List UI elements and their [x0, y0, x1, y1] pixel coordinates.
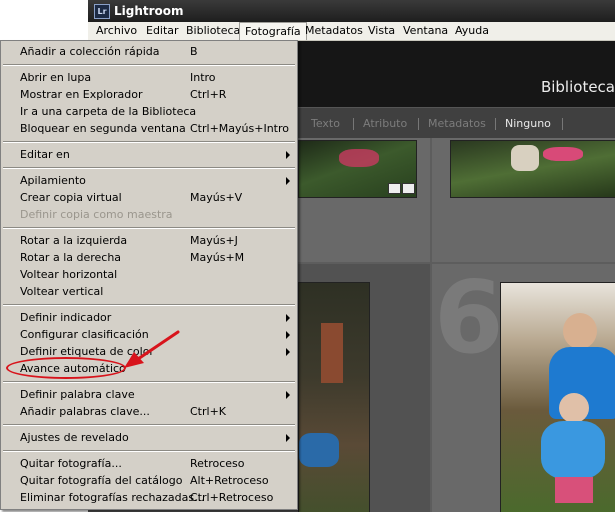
- menu-separator: [3, 64, 295, 66]
- menu-item-rotar-izquierda[interactable]: Rotar a la izquierda Mayús+J: [2, 232, 296, 249]
- window-title: Lightroom: [114, 4, 184, 18]
- menu-separator: [3, 227, 295, 229]
- menu-vista[interactable]: Vista: [363, 22, 400, 40]
- menu-editar[interactable]: Editar: [141, 22, 184, 40]
- menu-item-anadir-palabras-clave[interactable]: Añadir palabras clave... Ctrl+K: [2, 403, 296, 420]
- menu-item-voltear-vertical[interactable]: Voltear vertical: [2, 283, 296, 300]
- menu-separator: [3, 450, 295, 452]
- filter-metadatos[interactable]: Metadatos: [428, 117, 486, 130]
- menu-item-eliminar-rechazadas[interactable]: Eliminar fotografías rechazadas... Ctrl+…: [2, 489, 296, 506]
- filter-atributo[interactable]: Atributo: [363, 117, 407, 130]
- menu-item-rotar-derecha[interactable]: Rotar a la derecha Mayús+M: [2, 249, 296, 266]
- filter-texto[interactable]: Texto: [311, 117, 340, 130]
- menu-ayuda[interactable]: Ayuda: [450, 22, 494, 40]
- photo-thumbnail[interactable]: [298, 282, 370, 512]
- grid-cell[interactable]: [432, 138, 615, 262]
- menu-item-definir-indicador[interactable]: Definir indicador: [2, 309, 296, 326]
- edit-badge-icon[interactable]: [388, 183, 401, 194]
- menu-item-quitar-fotografia[interactable]: Quitar fotografía... Retroceso: [2, 455, 296, 472]
- fotografia-dropdown-menu: Añadir a colección rápida B Abrir en lup…: [0, 40, 298, 510]
- menu-separator: [3, 141, 295, 143]
- menu-ventana[interactable]: Ventana: [398, 22, 453, 40]
- menu-fotografia[interactable]: Fotografía: [239, 22, 307, 40]
- submenu-arrow-icon: [286, 151, 290, 159]
- menu-item-definir-copia-maestra: Definir copia como maestra: [20, 208, 173, 221]
- menu-separator: [3, 304, 295, 306]
- menu-bar: Archivo Editar Biblioteca Fotografía Met…: [88, 22, 615, 41]
- menu-archivo[interactable]: Archivo: [91, 22, 142, 40]
- submenu-arrow-icon: [286, 177, 290, 185]
- submenu-arrow-icon: [286, 391, 290, 399]
- filter-divider: [353, 118, 354, 130]
- menu-item-definir-palabra-clave[interactable]: Definir palabra clave: [2, 386, 296, 403]
- lightroom-logo-icon: Lr: [94, 4, 110, 19]
- module-title: Biblioteca: [540, 78, 615, 96]
- menu-separator: [3, 424, 295, 426]
- menu-item-mostrar-en-explorador[interactable]: Mostrar en Explorador Ctrl+R: [2, 86, 296, 103]
- submenu-arrow-icon: [286, 331, 290, 339]
- grid-cell[interactable]: 6: [432, 264, 615, 512]
- menu-separator: [3, 167, 295, 169]
- filter-ninguno[interactable]: Ninguno: [505, 117, 551, 130]
- menu-separator: [3, 381, 295, 383]
- menu-metadatos[interactable]: Metadatos: [300, 22, 368, 40]
- submenu-arrow-icon: [286, 434, 290, 442]
- menu-item-editar-en[interactable]: Editar en: [2, 146, 296, 163]
- menu-item-bloquear-segunda-ventana[interactable]: Bloquear en segunda ventana Ctrl+Mayús+I…: [2, 120, 296, 137]
- grid-cell-number: 6: [434, 259, 504, 376]
- photo-thumbnail[interactable]: [500, 282, 615, 512]
- crop-badge-icon[interactable]: [402, 183, 415, 194]
- menu-biblioteca[interactable]: Biblioteca: [181, 22, 245, 40]
- menu-item-crear-copia-virtual[interactable]: Crear copia virtual Mayús+V: [2, 189, 296, 206]
- title-bar: Lr Lightroom: [88, 0, 615, 22]
- menu-item-abrir-en-lupa[interactable]: Abrir en lupa Intro: [2, 69, 296, 86]
- annotation-arrow-icon: [124, 330, 180, 368]
- menu-item-ajustes-de-revelado[interactable]: Ajustes de revelado: [2, 429, 296, 446]
- menu-item-quitar-del-catalogo[interactable]: Quitar fotografía del catálogo Alt+Retro…: [2, 472, 296, 489]
- submenu-arrow-icon: [286, 314, 290, 322]
- filter-divider: [495, 118, 496, 130]
- menu-item-ir-a-carpeta[interactable]: Ir a una carpeta de la Biblioteca: [2, 103, 296, 120]
- submenu-arrow-icon: [286, 348, 290, 356]
- menu-item-voltear-horizontal[interactable]: Voltear horizontal: [2, 266, 296, 283]
- menu-item-apilamiento[interactable]: Apilamiento: [2, 172, 296, 189]
- filter-divider: [562, 118, 563, 130]
- photo-thumbnail[interactable]: [450, 140, 615, 198]
- filter-divider: [418, 118, 419, 130]
- menu-item-anadir-coleccion-rapida[interactable]: Añadir a colección rápida B: [2, 43, 296, 60]
- annotation-highlight-oval: [6, 357, 126, 379]
